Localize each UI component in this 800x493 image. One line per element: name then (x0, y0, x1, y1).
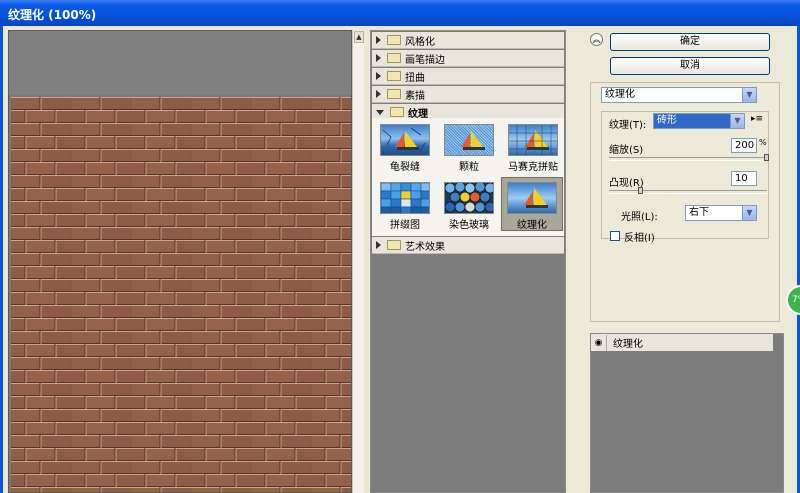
scaling-input[interactable]: 200 (731, 138, 757, 153)
thumb-label: 染色玻璃 (449, 220, 489, 231)
chevron-down-icon: ▼ (730, 114, 744, 128)
expand-triangle-icon (376, 90, 381, 98)
effect-layers-panel: ◉ 纹理化 (590, 333, 784, 493)
effect-layer-row[interactable]: ◉ 纹理化 (591, 334, 773, 351)
filter-thumb-grain[interactable]: 颗粒 (438, 120, 500, 174)
category-label: 扭曲 (405, 72, 425, 84)
texture-menu-icon[interactable]: ▸≡ (751, 114, 763, 124)
collapse-gallery-button[interactable]: ︽ (590, 33, 603, 46)
texture-filter-thumbnails: 龟裂缝 颗粒 马赛克拼贴 拼缀图 染色玻璃 纹理化 (372, 118, 564, 236)
category-distort[interactable]: 扭曲 (372, 68, 564, 85)
light-select-value: 右下 (689, 207, 709, 218)
brick-texture-preview (11, 97, 351, 492)
category-stylize[interactable]: 风格化 (372, 32, 564, 49)
filter-list-scrollbar[interactable]: ▲ (352, 30, 364, 493)
mosaic-tiles-thumbnail (508, 124, 558, 156)
invert-checkbox[interactable] (610, 231, 620, 241)
thumb-label: 纹理化 (517, 220, 547, 231)
chevron-down-icon: ▼ (742, 206, 756, 220)
folder-icon (387, 240, 401, 250)
patchwork-thumbnail (380, 182, 430, 214)
expand-triangle-icon (376, 54, 381, 62)
folder-icon (387, 53, 401, 63)
category-label: 风格化 (405, 36, 435, 48)
relief-slider-thumb[interactable] (638, 187, 643, 194)
scaling-slider-thumb[interactable] (764, 154, 769, 161)
thumb-label: 拼缀图 (390, 220, 420, 231)
invert-label: 反相(I) (624, 233, 655, 244)
texture-select[interactable]: 砖形 ▼ (653, 113, 745, 129)
scaling-unit: % (759, 138, 767, 147)
window-title: 纹理化 (100%) (8, 8, 97, 22)
scaling-label: 缩放(S) (609, 145, 644, 156)
filter-thumb-texturizer[interactable]: 纹理化 (501, 177, 563, 231)
category-sketch[interactable]: 素描 (372, 86, 564, 103)
light-select[interactable]: 右下 ▼ (685, 205, 757, 221)
relief-slider-track[interactable] (609, 190, 767, 194)
cancel-button[interactable]: 取消 (610, 57, 770, 75)
folder-icon (387, 35, 401, 45)
collapse-triangle-icon (376, 109, 384, 115)
relief-input[interactable]: 10 (731, 171, 757, 186)
preview-area[interactable] (8, 30, 352, 493)
expand-triangle-icon (376, 36, 381, 44)
texture-label: 纹理(T): (609, 120, 647, 131)
grain-thumbnail (444, 124, 494, 156)
folder-icon (387, 71, 401, 81)
ok-button[interactable]: 确定 (610, 33, 770, 51)
effect-layer-label: 纹理化 (613, 339, 643, 350)
category-label: 画笔描边 (405, 54, 445, 66)
stained-glass-thumbnail (444, 182, 494, 214)
filter-select-value: 纹理化 (605, 89, 635, 100)
thumb-label: 马赛克拼贴 (508, 162, 558, 173)
expand-triangle-icon (376, 72, 381, 80)
category-label: 艺术效果 (405, 241, 445, 253)
thumb-label: 颗粒 (459, 162, 479, 173)
craquelure-thumbnail (380, 124, 430, 156)
filter-settings-panel: 纹理化 ▼ 纹理(T): 砖形 ▼ ▸≡ 缩放(S) 200 % 凸现(R) 1… (590, 82, 780, 322)
light-label: 光照(L): (621, 212, 658, 223)
filter-thumb-patchwork[interactable]: 拼缀图 (374, 178, 436, 232)
filter-select[interactable]: 纹理化 ▼ (601, 87, 757, 103)
title-bar: 纹理化 (100%) (0, 0, 800, 26)
scaling-slider-track[interactable] (609, 157, 767, 161)
category-artistic[interactable]: 艺术效果 (372, 237, 564, 254)
expand-triangle-icon (376, 241, 381, 249)
texture-select-value: 砖形 (657, 115, 677, 126)
filter-thumb-mosaic-tiles[interactable]: 马赛克拼贴 (502, 120, 564, 174)
thumb-label: 龟裂缝 (390, 162, 420, 173)
filter-thumb-stained-glass[interactable]: 染色玻璃 (438, 178, 500, 232)
folder-open-icon (390, 107, 404, 117)
eye-icon[interactable]: ◉ (591, 334, 607, 351)
chevron-down-icon: ▼ (742, 88, 756, 102)
texturizer-thumbnail (507, 182, 557, 214)
category-brush-strokes[interactable]: 画笔描边 (372, 50, 564, 67)
folder-icon (387, 89, 401, 99)
category-label: 素描 (405, 90, 425, 102)
scroll-up-button[interactable]: ▲ (354, 31, 364, 43)
preview-margin (9, 31, 351, 95)
filter-gallery: 风格化 画笔描边 扭曲 素描 纹理 龟裂缝 颗粒 马赛克拼贴 拼缀图 染色玻璃 … (370, 30, 566, 493)
filter-thumb-craquelure[interactable]: 龟裂缝 (374, 120, 436, 174)
